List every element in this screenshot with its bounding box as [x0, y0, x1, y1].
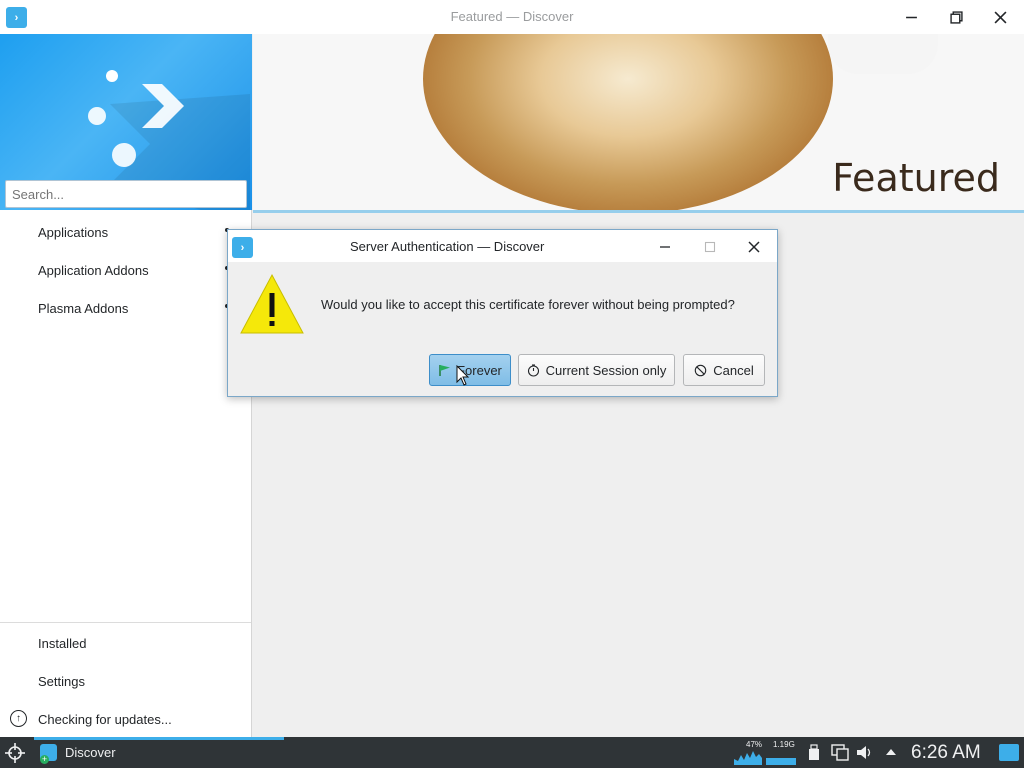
- flag-icon: [439, 364, 451, 376]
- dialog-maximize-button[interactable]: [698, 236, 722, 258]
- sidebar-item-installed[interactable]: Installed: [0, 625, 251, 661]
- show-desktop-button[interactable]: [999, 744, 1019, 761]
- application-launcher-icon[interactable]: [4, 742, 26, 764]
- discover-task-icon: [40, 744, 57, 764]
- main-titlebar: › Featured — Discover: [0, 0, 1024, 34]
- sidebar-item-label: Applications: [38, 224, 109, 240]
- minimize-button[interactable]: [898, 5, 924, 29]
- cup-handle-image: [828, 34, 938, 74]
- sidebar: Applications Application Addons Plasma A…: [0, 34, 252, 737]
- minimize-icon: [660, 246, 670, 248]
- close-icon: [994, 11, 1006, 23]
- sidebar-item-label: Checking for updates...: [38, 711, 172, 727]
- close-icon: [748, 241, 760, 253]
- banner-title: Featured: [832, 156, 1000, 200]
- close-button[interactable]: [987, 5, 1013, 29]
- sidebar-divider: [0, 622, 251, 623]
- cancel-icon: [695, 364, 707, 376]
- sidebar-item-plasma-addons[interactable]: Plasma Addons: [0, 290, 251, 326]
- sidebar-header: [0, 34, 252, 210]
- cpu-usage-label: 47%: [746, 740, 763, 749]
- sidebar-item-updates[interactable]: ↑ Checking for updates...: [0, 701, 251, 737]
- sidebar-item-settings[interactable]: Settings: [0, 663, 251, 699]
- taskbar-task-discover[interactable]: Discover: [34, 737, 284, 768]
- clock[interactable]: 6:26 AM: [911, 742, 981, 764]
- server-auth-dialog: › Server Authentication — Discover Would…: [227, 229, 778, 397]
- sidebar-item-label: Installed: [38, 635, 87, 651]
- dialog-titlebar: › Server Authentication — Discover: [228, 230, 777, 262]
- removable-device-icon[interactable]: [808, 744, 820, 761]
- current-session-label: Current Session only: [545, 362, 667, 378]
- discover-app-icon: ›: [232, 237, 253, 258]
- memory-graph-icon[interactable]: [766, 749, 796, 765]
- sidebar-item-label: Application Addons: [38, 262, 149, 278]
- search-input[interactable]: [5, 180, 247, 208]
- sidebar-item-applications[interactable]: Applications: [0, 214, 251, 250]
- current-session-button[interactable]: Current Session only: [518, 354, 675, 386]
- update-arrow-icon: ↑: [10, 710, 27, 727]
- dialog-close-button[interactable]: [742, 236, 766, 258]
- window-title: Featured — Discover: [450, 9, 574, 24]
- cancel-label: Cancel: [713, 362, 754, 378]
- coffee-cup-image: [423, 34, 833, 210]
- featured-banner[interactable]: Featured: [253, 34, 1024, 210]
- minimize-icon: [905, 16, 917, 18]
- forever-button[interactable]: Forever: [429, 354, 511, 386]
- task-label: Discover: [65, 745, 116, 760]
- volume-icon[interactable]: [856, 744, 874, 761]
- dialog-minimize-button[interactable]: [653, 236, 677, 258]
- sidebar-item-label: Plasma Addons: [38, 300, 129, 316]
- network-icon[interactable]: [831, 744, 849, 761]
- taskbar: Discover 47% 1.19G 6:26 AM: [0, 737, 1024, 768]
- restore-icon: [949, 10, 963, 24]
- warning-icon: [240, 273, 304, 334]
- memory-usage-label: 1.19G: [773, 740, 795, 749]
- mouse-cursor-icon: [456, 365, 470, 386]
- cpu-graph-icon[interactable]: [734, 749, 762, 765]
- tray-expand-arrow-icon[interactable]: [884, 746, 898, 758]
- sidebar-item-application-addons[interactable]: Application Addons: [0, 252, 251, 288]
- cancel-button[interactable]: Cancel: [683, 354, 765, 386]
- maximize-icon: [704, 241, 716, 253]
- sidebar-item-label: Settings: [38, 673, 85, 689]
- dialog-message: Would you like to accept this certificat…: [321, 297, 735, 312]
- timer-icon: [527, 363, 539, 377]
- restore-button[interactable]: [943, 5, 969, 29]
